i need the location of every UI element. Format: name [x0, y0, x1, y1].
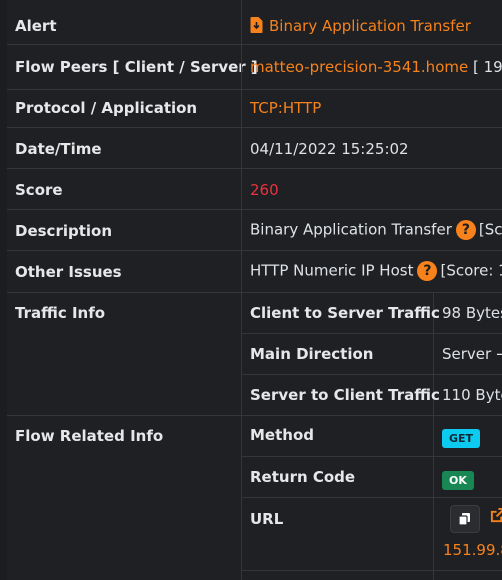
column-divider: [241, 45, 242, 89]
server-to-client-value: 110 Byte: [442, 386, 502, 404]
question-circle-icon[interactable]: ?: [455, 220, 476, 240]
row-description: Description Binary Application Transfer?…: [7, 209, 502, 251]
alert-value: Binary Application Transfer: [250, 17, 471, 35]
flow-peers-value: matteo-precision-3541.home [ 192.: [250, 58, 502, 76]
client-to-server-label: Client to Server Traffic: [250, 304, 440, 322]
main-direction-label: Main Direction: [250, 345, 374, 363]
method-badge: GET: [442, 429, 481, 448]
client-host-link[interactable]: matteo-precision-3541.home: [250, 58, 468, 76]
column-divider: [241, 0, 242, 44]
return-code-value: OK: [442, 470, 474, 490]
alert-label: Alert: [15, 17, 57, 35]
row-other-issues: Other Issues HTTP Numeric IP Host? [Score…: [7, 250, 502, 293]
column-divider: [241, 168, 242, 209]
column-divider: [241, 209, 242, 250]
row-score: Score 260: [7, 168, 502, 210]
description-text: Binary Application Transfer: [250, 220, 452, 239]
flow-related-info-label: Flow Related Info: [15, 427, 164, 445]
row-protocol: Protocol / Application TCP:HTTP: [7, 86, 502, 128]
url-cell: 151.99.8: [442, 497, 502, 570]
file-download-icon: [250, 17, 263, 33]
server-peer-text: [ 192.: [472, 58, 502, 76]
method-label: Method: [250, 426, 314, 444]
external-link-icon[interactable]: [490, 508, 502, 523]
alert-text: Binary Application Transfer: [269, 17, 471, 35]
other-issues-label: Other Issues: [15, 263, 122, 281]
copy-icon: [458, 513, 470, 526]
description-value: Binary Application Transfer?[Sco: [250, 220, 502, 240]
other-issues-text: HTTP Numeric IP Host: [250, 261, 414, 280]
score-value: 260: [250, 181, 279, 199]
method-value: GET: [442, 428, 481, 448]
row-traffic-info: Traffic Info Client to Server Traffic 98…: [7, 292, 502, 416]
row-alert: Alert Binary Application Transfer: [7, 0, 502, 45]
traffic-info-label: Traffic Info: [15, 304, 106, 322]
return-code-badge: OK: [442, 471, 474, 490]
description-label: Description: [15, 222, 113, 240]
question-circle-icon[interactable]: ?: [417, 261, 438, 281]
url-link[interactable]: 151.99.8: [443, 541, 502, 559]
traffic-sub-row: Server to Client Traffic 110 Byte: [241, 374, 502, 415]
row-date: Date/Time 04/11/2022 15:25:02: [7, 127, 502, 169]
traffic-sub-row: Client to Server Traffic 98 Bytes: [241, 292, 502, 334]
protocol-link[interactable]: TCP:HTTP: [250, 99, 321, 117]
flow-sub-row: Method GET: [241, 415, 502, 457]
flow-sub-row: Return Code OK: [241, 456, 502, 498]
traffic-sub-row: Main Direction Server →: [241, 333, 502, 375]
return-code-label: Return Code: [250, 468, 356, 486]
flow-sub-row: URL 151.99.8: [241, 497, 502, 571]
row-flow-related-info: Flow Related Info Method GET Return Code…: [7, 415, 502, 580]
description-score: [Sco: [478, 220, 502, 239]
main-direction-value: Server →: [442, 345, 502, 363]
client-to-server-value: 98 Bytes: [442, 304, 502, 322]
other-issues-score: [Score: 1: [440, 261, 502, 280]
copy-button[interactable]: [450, 505, 480, 533]
row-flow-peers: Flow Peers [ Client / Server ] matteo-pr…: [7, 45, 502, 90]
column-divider: [241, 127, 242, 168]
flow-peers-label: Flow Peers [ Client / Server ]: [15, 58, 258, 76]
other-issues-value: HTTP Numeric IP Host? [Score: 1: [250, 261, 502, 281]
score-label: Score: [15, 181, 63, 199]
protocol-label: Protocol / Application: [15, 99, 198, 117]
date-value: 04/11/2022 15:25:02: [250, 140, 409, 158]
date-label: Date/Time: [15, 140, 102, 158]
column-divider: [241, 250, 242, 292]
url-label: URL: [250, 510, 284, 528]
column-divider: [241, 86, 242, 127]
server-to-client-label: Server to Client Traffic: [250, 386, 440, 404]
